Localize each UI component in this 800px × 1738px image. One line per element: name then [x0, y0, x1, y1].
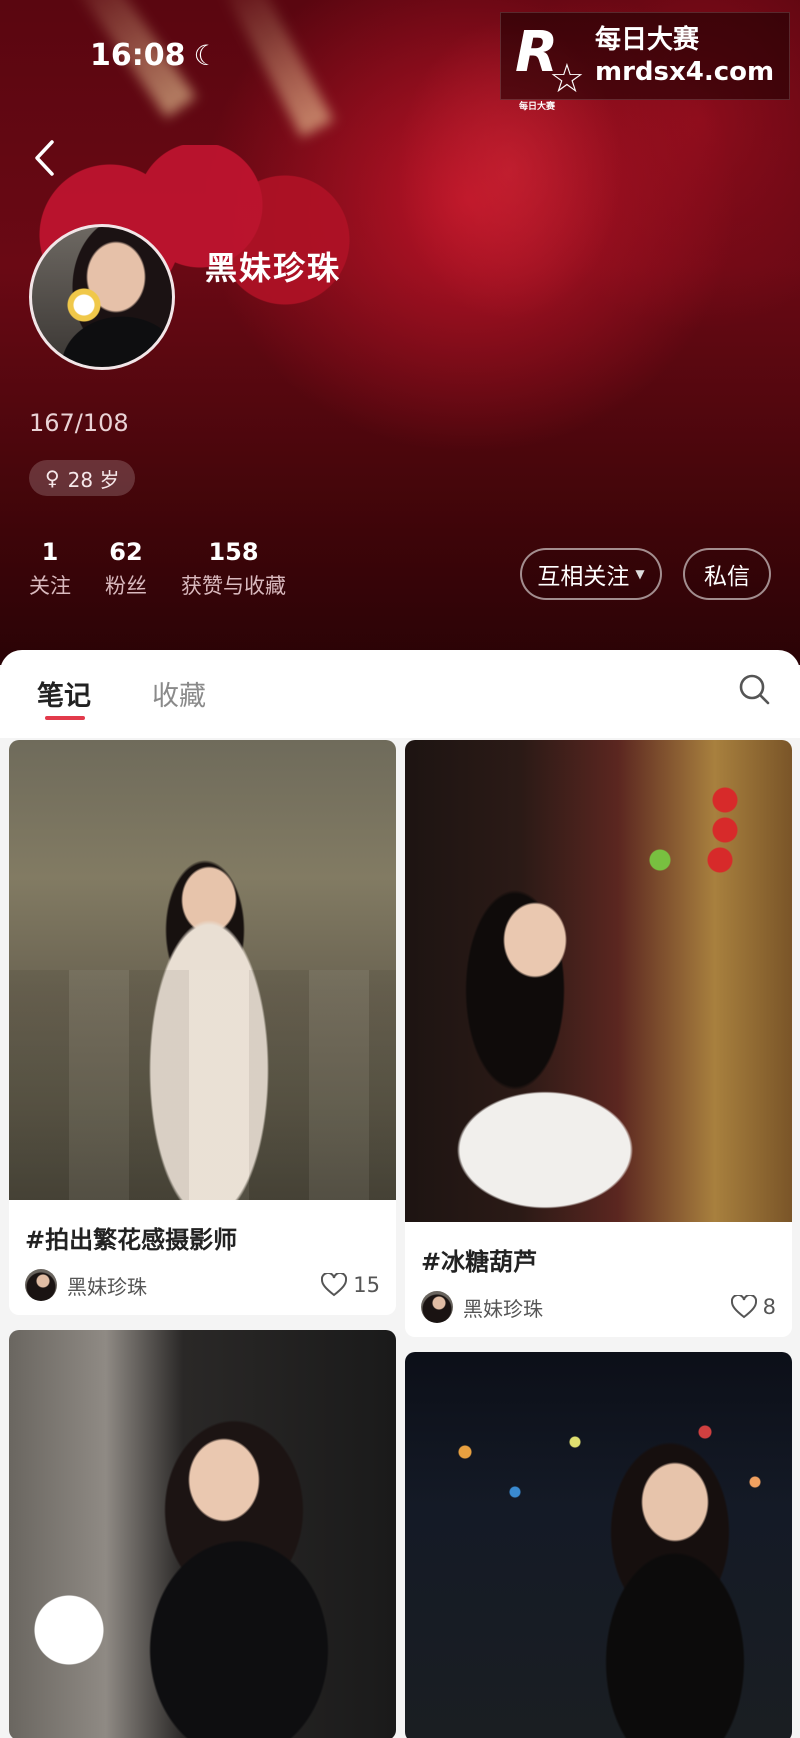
note-photo — [9, 1330, 396, 1738]
watermark-line1: 每日大赛 — [595, 25, 700, 55]
back-button[interactable] — [26, 135, 62, 181]
like-button[interactable]: 15 — [321, 1273, 380, 1297]
note-meta: 黑妹珍珠 8 — [421, 1289, 776, 1325]
watermark: R ☆ 每日大赛 每日大赛 mrdsx4.com — [500, 12, 790, 113]
note-card[interactable]: #拍出繁花感摄影师 黑妹珍珠 15 — [9, 740, 396, 1315]
mutual-follow-button[interactable]: 互相关注 ▼ — [520, 548, 662, 600]
search-button[interactable] — [735, 670, 775, 710]
avatar[interactable] — [421, 1291, 453, 1323]
content-tabs: 笔记 收藏 — [0, 650, 800, 738]
note-title: #冰糖葫芦 — [421, 1248, 538, 1276]
active-tab-indicator — [45, 716, 85, 720]
like-count: 8 — [762, 1295, 776, 1319]
chevron-left-icon — [35, 140, 54, 176]
note-card[interactable]: #冰糖葫芦 黑妹珍珠 8 — [405, 740, 792, 1337]
heart-icon — [321, 1273, 348, 1297]
watermark-logo: R ☆ 每日大赛 — [515, 20, 585, 113]
note-photo — [405, 740, 792, 1222]
author-name: 黑妹珍珠 — [67, 1274, 147, 1299]
search-icon — [739, 674, 770, 705]
caret-down-icon: ▼ — [635, 567, 645, 581]
watermark-line2: mrdsx4.com — [595, 57, 775, 87]
female-icon: ♀ — [45, 466, 60, 490]
watermark-text: 每日大赛 mrdsx4.com — [595, 24, 774, 88]
stat-followers[interactable]: 62 粉丝 — [105, 535, 147, 603]
profile-name: 黑妹珍珠 — [205, 249, 342, 287]
author-name: 黑妹珍珠 — [463, 1296, 543, 1321]
like-button[interactable]: 8 — [730, 1295, 776, 1319]
tab-favorites[interactable]: 收藏 — [152, 674, 206, 713]
like-count: 15 — [353, 1273, 380, 1297]
height-weight: 167/108 — [29, 409, 129, 437]
light-beam — [217, 0, 334, 138]
avatar[interactable] — [25, 1269, 57, 1301]
time-text: 16:08 — [90, 38, 186, 73]
age-badge: ♀ 28 岁 — [29, 460, 136, 496]
note-title: #拍出繁花感摄影师 — [25, 1226, 238, 1254]
note-card[interactable] — [9, 1330, 396, 1738]
status-bar-time: 16:08 ☾ — [90, 38, 219, 73]
note-card[interactable] — [405, 1352, 792, 1738]
profile-stats: 1 关注 62 粉丝 158 获赞与收藏 — [29, 535, 286, 603]
age-text: 28 岁 — [67, 467, 120, 492]
tab-notes[interactable]: 笔记 — [37, 674, 91, 713]
stat-following[interactable]: 1 关注 — [29, 535, 71, 603]
note-meta: 黑妹珍珠 15 — [25, 1267, 380, 1303]
heart-icon — [730, 1295, 757, 1319]
note-photo — [405, 1352, 792, 1738]
stat-likes-favorites[interactable]: 158 获赞与收藏 — [181, 535, 286, 603]
profile-avatar[interactable] — [29, 224, 175, 370]
notes-feed: #拍出繁花感摄影师 黑妹珍珠 15 #冰糖葫芦 黑妹珍珠 8 — [0, 738, 800, 1738]
message-button[interactable]: 私信 — [683, 548, 771, 600]
moon-icon: ☾ — [193, 39, 219, 72]
profile-header: 16:08 ☾ R ☆ 每日大赛 每日大赛 mrdsx4.com 黑妹珍珠 16… — [0, 0, 800, 665]
note-photo — [9, 740, 396, 1200]
